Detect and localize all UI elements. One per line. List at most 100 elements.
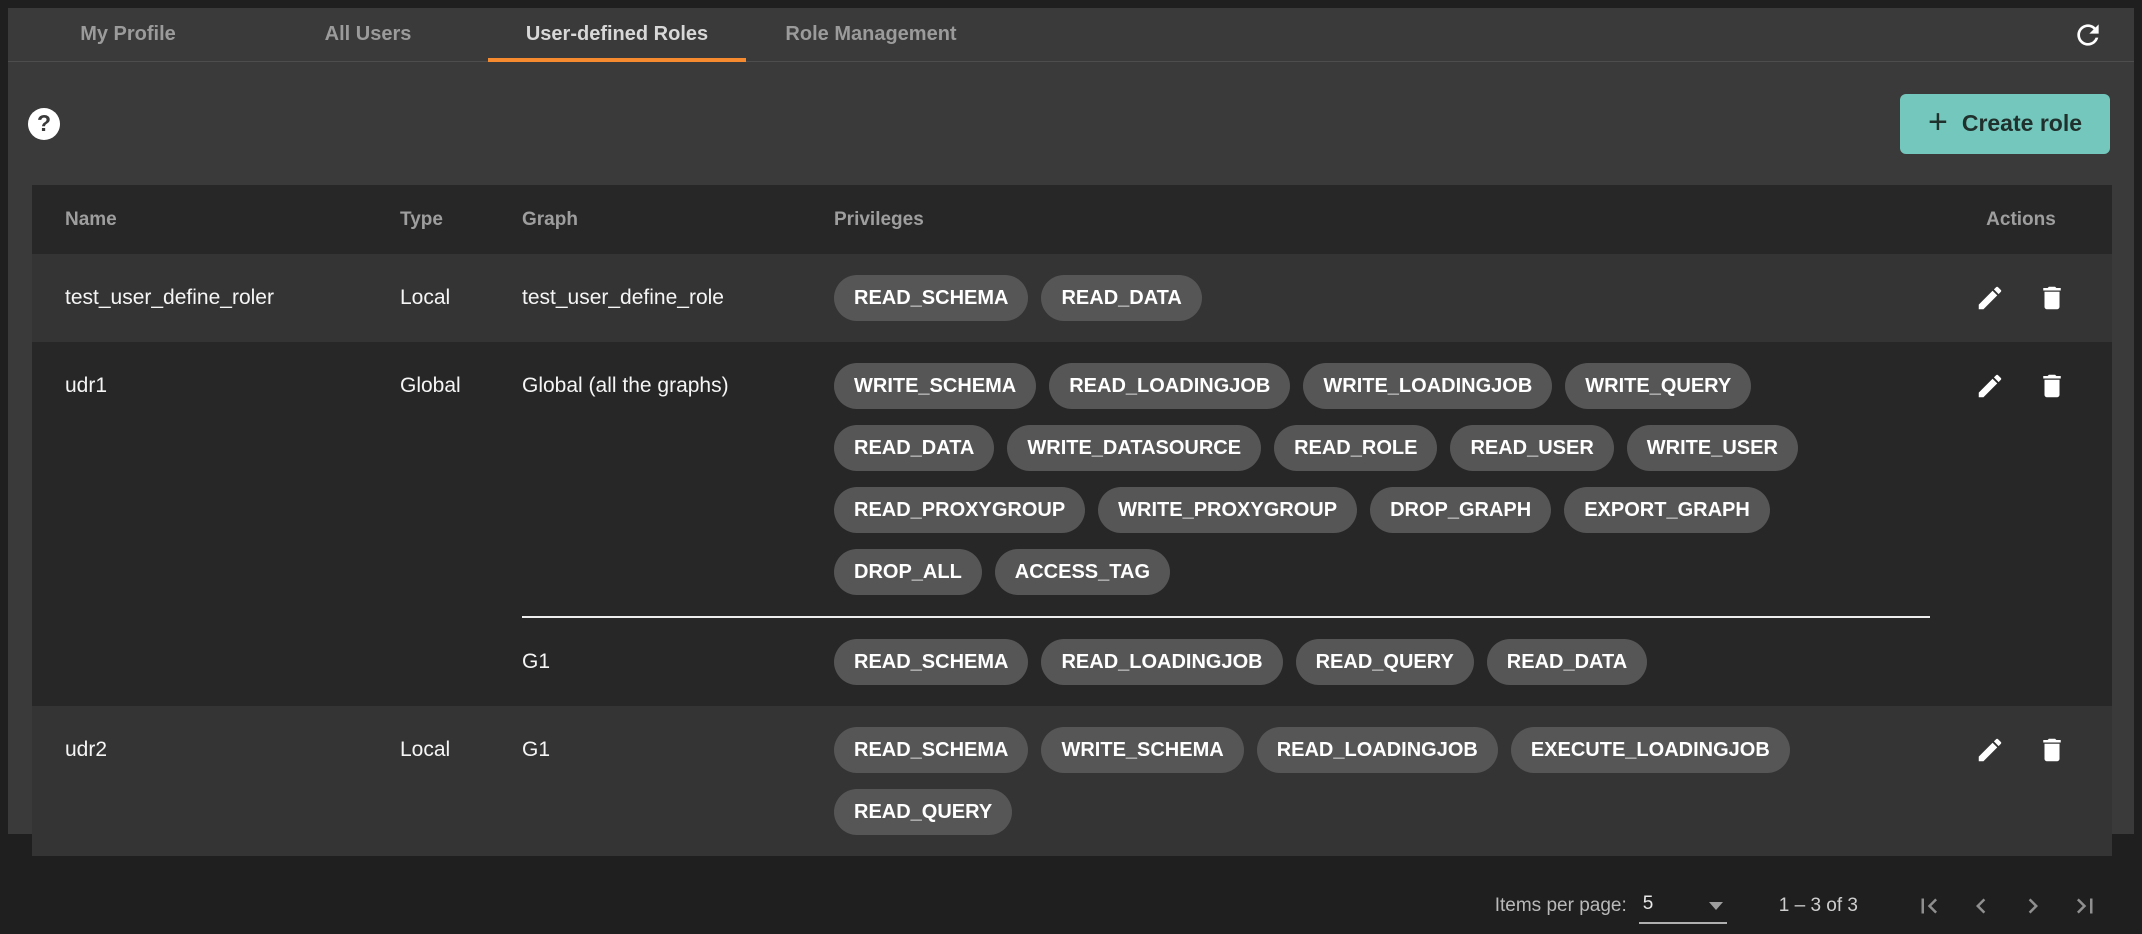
graph-privilege-groups: G1READ_SCHEMA WRITE_SCHEMA READ_LOADINGJOB… — [522, 706, 1930, 856]
chevron-left-icon — [1966, 891, 1996, 921]
table-row: udr2LocalG1READ_SCHEMA WRITE_SCHEMA READ_L… — [32, 706, 2112, 856]
first-page-icon — [1914, 891, 1944, 921]
last-page-icon — [2070, 891, 2100, 921]
privilege-chip: READ_DATA — [1041, 275, 1201, 321]
graph-name: test_user_define_role — [522, 275, 834, 321]
privilege-chip: READ_LOADINGJOB — [1041, 639, 1282, 685]
edit-role-button[interactable] — [1975, 371, 2005, 401]
delete-role-button[interactable] — [2037, 283, 2067, 313]
role-type: Local — [400, 254, 522, 342]
refresh-button[interactable] — [2068, 15, 2108, 55]
graph-name: G1 — [522, 639, 834, 685]
last-page-button[interactable] — [2070, 891, 2100, 921]
privilege-chip: WRITE_USER — [1627, 425, 1798, 471]
table-row: udr1GlobalGlobal (all the graphs)WRITE_S… — [32, 342, 2112, 706]
privilege-chip-list: READ_SCHEMA WRITE_SCHEMA READ_LOADINGJOB EX… — [834, 727, 1930, 835]
first-page-button[interactable] — [1914, 891, 1944, 921]
graph-privilege-groups: Global (all the graphs)WRITE_SCHEMA READ_… — [522, 342, 1930, 706]
privilege-chip: DROP_ALL — [834, 549, 982, 595]
refresh-icon — [2072, 19, 2104, 51]
plus-icon: + — [1928, 105, 1948, 139]
role-type: Global — [400, 342, 522, 706]
privilege-chip-list: READ_SCHEMA READ_DATA — [834, 275, 1930, 321]
table-body: test_user_define_rolerLocaltest_user_def… — [32, 254, 2112, 856]
privilege-chip: ACCESS_TAG — [995, 549, 1170, 595]
user-defined-roles-panel: My Profile All Users User-defined Roles … — [8, 8, 2134, 834]
privilege-chip: READ_ROLE — [1274, 425, 1437, 471]
pencil-icon — [1975, 283, 2005, 313]
privilege-chip: READ_SCHEMA — [834, 639, 1028, 685]
items-per-page-label: Items per page: — [1495, 895, 1627, 917]
trash-icon — [2037, 735, 2067, 765]
privilege-chip: READ_QUERY — [1296, 639, 1474, 685]
trash-icon — [2037, 371, 2067, 401]
privilege-chip: WRITE_SCHEMA — [1041, 727, 1243, 773]
pagination-range-label: 1 – 3 of 3 — [1779, 895, 1858, 917]
previous-page-button[interactable] — [1966, 891, 1996, 921]
graph-privilege-group: test_user_define_roleREAD_SCHEMA READ_DAT… — [522, 254, 1930, 342]
chevron-right-icon — [2018, 891, 2048, 921]
delete-role-button[interactable] — [2037, 371, 2067, 401]
column-header-actions: Actions — [1930, 209, 2112, 231]
table-header: Name Type Graph Privileges Actions — [32, 185, 2112, 254]
row-actions — [1930, 342, 2112, 706]
pencil-icon — [1975, 735, 2005, 765]
pencil-icon — [1975, 371, 2005, 401]
delete-role-button[interactable] — [2037, 735, 2067, 765]
column-header-name: Name — [32, 209, 400, 231]
privilege-chip: WRITE_LOADINGJOB — [1303, 363, 1552, 409]
privilege-chip: EXECUTE_LOADINGJOB — [1511, 727, 1790, 773]
graph-privilege-group: Global (all the graphs)WRITE_SCHEMA READ_… — [522, 342, 1930, 616]
graph-name: Global (all the graphs) — [522, 363, 834, 595]
privilege-chip: READ_DATA — [834, 425, 994, 471]
privilege-chip: READ_SCHEMA — [834, 727, 1028, 773]
create-role-label: Create role — [1962, 110, 2082, 137]
graph-privilege-group: G1READ_SCHEMAREAD_LOADINGJOBREAD_QUERYRE… — [522, 616, 1930, 706]
row-actions — [1930, 706, 2112, 856]
privilege-chip: WRITE_QUERY — [1565, 363, 1751, 409]
privilege-chip: READ_LOADINGJOB — [1049, 363, 1290, 409]
role-name: udr2 — [32, 706, 400, 856]
privilege-chip: WRITE_DATASOURCE — [1007, 425, 1261, 471]
tab-role-management[interactable]: Role Management — [746, 8, 996, 61]
items-per-page-select[interactable]: 5 — [1639, 888, 1727, 924]
pager-nav — [1914, 891, 2100, 921]
edit-role-button[interactable] — [1975, 283, 2005, 313]
pagination-bar: Items per page: 5 1 – 3 of 3 — [8, 878, 2134, 934]
privilege-chip: READ_PROXYGROUP — [834, 487, 1085, 533]
privilege-chip: WRITE_PROXYGROUP — [1098, 487, 1357, 533]
edit-role-button[interactable] — [1975, 735, 2005, 765]
privilege-chip: DROP_GRAPH — [1370, 487, 1551, 533]
graph-name: G1 — [522, 727, 834, 835]
trash-icon — [2037, 283, 2067, 313]
privilege-chip: READ_QUERY — [834, 789, 1012, 835]
column-header-privileges: Privileges — [834, 209, 1930, 231]
toolbar: ? + Create role — [8, 62, 2134, 185]
privilege-chip: EXPORT_GRAPH — [1564, 487, 1770, 533]
roles-table: Name Type Graph Privileges Actions test_… — [32, 185, 2112, 856]
privilege-chip: WRITE_SCHEMA — [834, 363, 1036, 409]
next-page-button[interactable] — [2018, 891, 2048, 921]
help-icon[interactable]: ? — [28, 108, 60, 140]
privilege-chip-list: READ_SCHEMA READ_LOADINGJOB READ_QUERY READ… — [834, 639, 1930, 685]
tab-all-users[interactable]: All Users — [248, 8, 488, 61]
create-role-button[interactable]: + Create role — [1900, 94, 2110, 154]
role-type: Local — [400, 706, 522, 856]
privilege-chip-list: WRITE_SCHEMA READ_LOADINGJOB WRITE_LOADING… — [834, 363, 1930, 595]
graph-privilege-groups: test_user_define_roleREAD_SCHEMA READ_DAT… — [522, 254, 1930, 342]
role-name: test_user_define_roler — [32, 254, 400, 342]
row-actions — [1930, 254, 2112, 342]
privilege-chip: READ_SCHEMA — [834, 275, 1028, 321]
privilege-chip: READ_LOADINGJOB — [1257, 727, 1498, 773]
items-per-page-value: 5 — [1643, 893, 1654, 915]
privilege-chip: READ_USER — [1450, 425, 1613, 471]
role-name: udr1 — [32, 342, 400, 706]
privilege-chip: READ_DATA — [1487, 639, 1647, 685]
tab-bar: My Profile All Users User-defined Roles … — [8, 8, 2134, 62]
chevron-down-icon — [1709, 902, 1723, 910]
column-header-type: Type — [400, 209, 522, 231]
tab-my-profile[interactable]: My Profile — [8, 8, 248, 61]
tab-user-defined-roles[interactable]: User-defined Roles — [488, 8, 746, 61]
table-row: test_user_define_rolerLocaltest_user_def… — [32, 254, 2112, 342]
graph-privilege-group: G1READ_SCHEMA WRITE_SCHEMA READ_LOADINGJOB… — [522, 706, 1930, 856]
